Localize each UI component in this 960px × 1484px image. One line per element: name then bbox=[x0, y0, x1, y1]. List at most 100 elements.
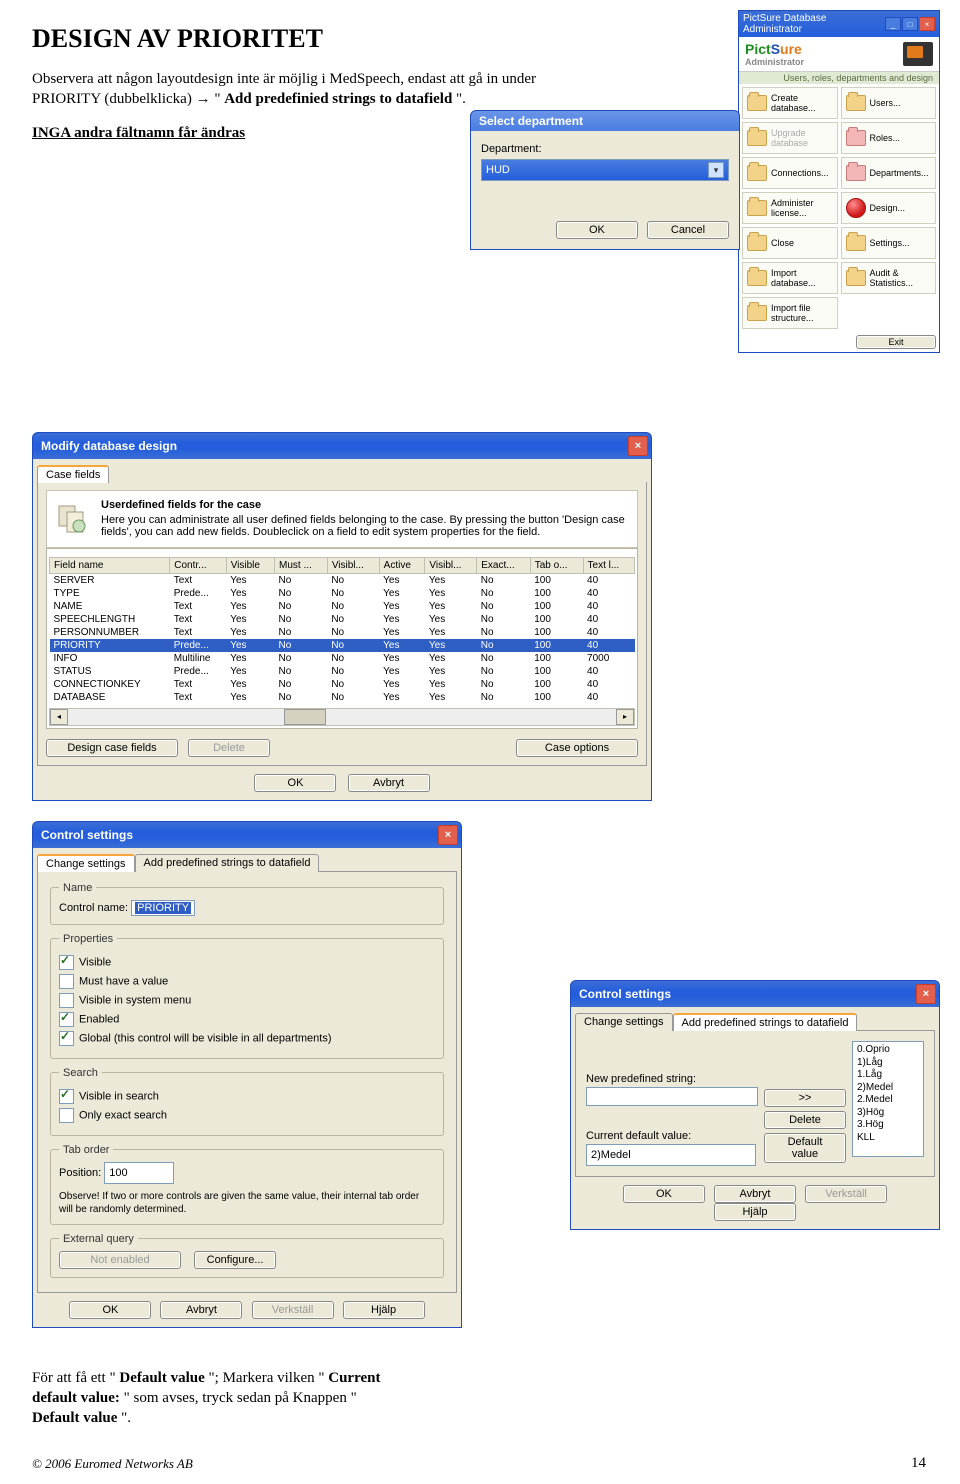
list-item[interactable]: 1)Låg bbox=[857, 1057, 919, 1070]
chevron-down-icon[interactable]: ▾ bbox=[708, 162, 724, 178]
help-button[interactable]: Hjälp bbox=[714, 1203, 796, 1221]
table-cell: No bbox=[275, 600, 328, 613]
apply-button: Verkställ bbox=[805, 1185, 887, 1203]
predefined-list[interactable]: 0.Oprio1)Låg1.Låg2)Medel2.Medel3)Hög3.Hö… bbox=[852, 1041, 924, 1157]
table-cell: Yes bbox=[379, 613, 425, 626]
tab-add-predefined[interactable]: Add predefined strings to datafield bbox=[673, 1013, 858, 1031]
only-exact-search-checkbox[interactable] bbox=[59, 1108, 74, 1123]
ps-cell-audit-statistics[interactable]: Audit & Statistics... bbox=[841, 262, 937, 294]
maximize-icon[interactable]: □ bbox=[902, 17, 918, 31]
ps-cell-administer-license[interactable]: Administer license... bbox=[742, 192, 838, 224]
ok-button[interactable]: OK bbox=[556, 221, 638, 239]
table-cell: Yes bbox=[226, 600, 274, 613]
add-titlebar[interactable]: Control settings × bbox=[570, 980, 940, 1007]
modify-database-dialog: Modify database design × Case fields Use… bbox=[32, 432, 652, 801]
table-cell: Yes bbox=[226, 573, 274, 587]
control-name-field[interactable]: PRIORITY bbox=[131, 900, 195, 916]
table-row[interactable]: INFOMultilineYesNoNoYesYesNo1007000 bbox=[50, 652, 635, 665]
ps-cell-departments[interactable]: Departments... bbox=[841, 157, 937, 189]
bt-b1: Default value bbox=[119, 1370, 204, 1386]
list-item[interactable]: 3.Hög bbox=[857, 1119, 919, 1132]
tab-add-predefined[interactable]: Add predefined strings to datafield bbox=[135, 854, 320, 872]
visible-checkbox[interactable] bbox=[59, 955, 74, 970]
cancel-button[interactable]: Avbryt bbox=[348, 774, 430, 792]
ctrl-titlebar[interactable]: Control settings × bbox=[32, 821, 462, 848]
col-header[interactable]: Tab o... bbox=[530, 557, 583, 573]
col-header[interactable]: Contr... bbox=[170, 557, 226, 573]
col-header[interactable]: Active bbox=[379, 557, 425, 573]
table-row[interactable]: PRIORITYPrede...YesNoNoYesYesNo10040 bbox=[50, 639, 635, 652]
table-row[interactable]: SERVERTextYesNoNoYesYesNo10040 bbox=[50, 573, 635, 587]
horizontal-scrollbar[interactable]: ◂ ▸ bbox=[49, 708, 635, 726]
tab-change-settings[interactable]: Change settings bbox=[37, 854, 135, 872]
list-item[interactable]: 2.Medel bbox=[857, 1094, 919, 1107]
table-row[interactable]: TYPEPrede...YesNoNoYesYesNo10040 bbox=[50, 587, 635, 600]
list-item[interactable]: 0.Oprio bbox=[857, 1044, 919, 1057]
scrollbar-thumb[interactable] bbox=[284, 709, 326, 725]
table-row[interactable]: PERSONNUMBERTextYesNoNoYesYesNo10040 bbox=[50, 626, 635, 639]
global-checkbox[interactable] bbox=[59, 1031, 74, 1046]
col-header[interactable]: Text l... bbox=[583, 557, 634, 573]
cancel-button[interactable]: Cancel bbox=[647, 221, 729, 239]
position-field[interactable]: 100 bbox=[104, 1162, 174, 1184]
ps-cell-roles[interactable]: Roles... bbox=[841, 122, 937, 154]
visible-in-search-checkbox[interactable] bbox=[59, 1089, 74, 1104]
cancel-button[interactable]: Avbryt bbox=[714, 1185, 796, 1203]
ps-cell-import-database[interactable]: Import database... bbox=[742, 262, 838, 294]
col-header[interactable]: Visibl... bbox=[327, 557, 379, 573]
ps-cell-close[interactable]: Close bbox=[742, 227, 838, 259]
ps-cell-settings[interactable]: Settings... bbox=[841, 227, 937, 259]
col-header[interactable]: Must ... bbox=[275, 557, 328, 573]
ps-cell-connections[interactable]: Connections... bbox=[742, 157, 838, 189]
copyright: © 2006 Euromed Networks AB bbox=[32, 1456, 928, 1472]
ps-cell-design[interactable]: Design... bbox=[841, 192, 937, 224]
table-row[interactable]: SPEECHLENGTHTextYesNoNoYesYesNo10040 bbox=[50, 613, 635, 626]
default-value-button[interactable]: Default value bbox=[764, 1133, 846, 1163]
list-item[interactable]: 3)Hög bbox=[857, 1107, 919, 1120]
list-item[interactable]: 2)Medel bbox=[857, 1082, 919, 1095]
table-row[interactable]: CONNECTIONKEYTextYesNoNoYesYesNo10040 bbox=[50, 678, 635, 691]
case-options-button[interactable]: Case options bbox=[516, 739, 638, 757]
help-button[interactable]: Hjälp bbox=[343, 1301, 425, 1319]
col-header[interactable]: Exact... bbox=[477, 557, 530, 573]
close-icon[interactable]: × bbox=[919, 17, 935, 31]
list-item[interactable]: 1.Låg bbox=[857, 1069, 919, 1082]
minimize-icon[interactable]: _ bbox=[885, 17, 901, 31]
visible-sysmenu-checkbox[interactable] bbox=[59, 993, 74, 1008]
ps-cell-create-database[interactable]: Create database... bbox=[742, 87, 838, 119]
design-case-fields-button[interactable]: Design case fields bbox=[46, 739, 178, 757]
close-icon[interactable]: × bbox=[628, 436, 648, 456]
configure-button[interactable]: Configure... bbox=[194, 1251, 276, 1269]
col-header[interactable]: Field name bbox=[50, 557, 170, 573]
tab-change-settings[interactable]: Change settings bbox=[575, 1013, 673, 1031]
ok-button[interactable]: OK bbox=[254, 774, 336, 792]
cancel-button[interactable]: Avbryt bbox=[160, 1301, 242, 1319]
enabled-checkbox[interactable] bbox=[59, 1012, 74, 1027]
delete-string-button[interactable]: Delete bbox=[764, 1111, 846, 1129]
ok-button[interactable]: OK bbox=[69, 1301, 151, 1319]
fields-table[interactable]: Field nameContr...VisibleMust ...Visibl.… bbox=[49, 557, 635, 704]
close-icon[interactable]: × bbox=[438, 825, 458, 845]
add-string-button[interactable]: >> bbox=[764, 1089, 846, 1107]
table-row[interactable]: NAMETextYesNoNoYesYesNo10040 bbox=[50, 600, 635, 613]
scroll-left-icon[interactable]: ◂ bbox=[50, 709, 68, 725]
close-icon[interactable]: × bbox=[916, 984, 936, 1004]
col-header[interactable]: Visibl... bbox=[425, 557, 477, 573]
table-row[interactable]: DATABASETextYesNoNoYesYesNo10040 bbox=[50, 691, 635, 704]
exit-button[interactable]: Exit bbox=[856, 335, 936, 349]
tab-case-fields[interactable]: Case fields bbox=[37, 465, 109, 483]
list-item[interactable]: KLL bbox=[857, 1132, 919, 1145]
select-dept-titlebar[interactable]: Select department bbox=[470, 110, 740, 131]
current-default-field[interactable]: 2)Medel bbox=[586, 1144, 756, 1166]
must-have-value-checkbox[interactable] bbox=[59, 974, 74, 989]
new-string-input[interactable] bbox=[586, 1087, 758, 1106]
ps-cell-users[interactable]: Users... bbox=[841, 87, 937, 119]
ps-cell-import-file-structure[interactable]: Import file structure... bbox=[742, 297, 838, 329]
col-header[interactable]: Visible bbox=[226, 557, 274, 573]
scroll-right-icon[interactable]: ▸ bbox=[616, 709, 634, 725]
pictsure-titlebar[interactable]: PictSure Database Administrator _ □ × bbox=[739, 11, 939, 37]
modify-titlebar[interactable]: Modify database design × bbox=[32, 432, 652, 459]
department-dropdown[interactable]: HUD ▾ bbox=[481, 159, 729, 181]
ok-button[interactable]: OK bbox=[623, 1185, 705, 1203]
table-row[interactable]: STATUSPrede...YesNoNoYesYesNo10040 bbox=[50, 665, 635, 678]
